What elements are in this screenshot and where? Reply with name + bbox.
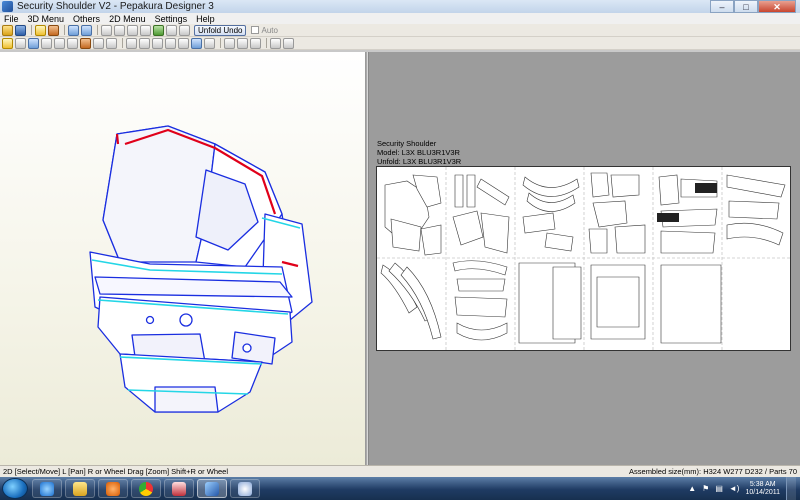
paper-sheet[interactable] [376,166,791,351]
media-player-icon [106,481,120,496]
edge-icon[interactable] [140,24,151,36]
maximize-button[interactable]: □ [734,0,758,13]
sheet-unfold-line: Unfold: L3X BLU3R1V3R [377,157,462,166]
secondary-toolbar [0,37,800,50]
rotate-icon[interactable] [15,37,26,49]
pencil-icon[interactable] [101,24,112,36]
align-right-icon[interactable] [250,37,261,49]
start-button[interactable] [2,478,28,499]
sheet-header: Security Shoulder Model: L3X BLU3R1V3R U… [377,139,461,166]
menu-help[interactable]: Help [196,14,215,24]
toolbar-divider [122,38,123,48]
shoulder-armor-model [89,125,313,413]
sheet-title: Security Shoulder [377,139,437,148]
redo-icon[interactable] [81,24,92,36]
volume-icon[interactable]: ◄) [729,484,740,493]
zoom-out-icon[interactable] [283,37,294,49]
split-icon[interactable] [54,37,65,49]
box-icon[interactable] [80,37,91,49]
menu-others[interactable]: Others [73,14,100,24]
unfold-icon[interactable] [35,24,46,36]
taskbar-file-explorer[interactable] [65,479,95,498]
assembled-size-text: Assembled size(mm): H324 W277 D232 / Par… [629,467,797,476]
align-center-icon[interactable] [237,37,248,49]
internet-explorer-icon [40,481,54,496]
chrome-icon [139,481,153,496]
text-icon[interactable] [204,37,215,49]
taskbar-pepakura[interactable] [197,479,227,498]
save-icon[interactable] [15,24,26,36]
menu-3d[interactable]: 3D Menu [28,14,65,24]
fold-icon[interactable] [106,37,117,49]
toolbar-divider [64,25,65,35]
green-flag-icon[interactable] [153,24,164,36]
clock[interactable]: 5:38 AM 10/14/2011 [745,481,780,497]
network-icon[interactable]: ▤ [715,484,723,493]
paint-icon [238,481,252,496]
folder-icon [73,481,87,496]
zoom-parts-icon[interactable] [126,37,137,49]
tray-arrow-icon[interactable]: ▲ [688,484,696,493]
auto-checkbox-group[interactable]: Auto [251,25,278,35]
align-icon[interactable] [139,37,150,49]
action-center-flag-icon[interactable]: ⚑ [702,484,709,493]
show-desktop-button[interactable] [786,477,796,500]
pepakura-icon [205,481,219,496]
taskbar-game-app[interactable] [164,479,194,498]
toolbar-divider [31,25,32,35]
open-folder-icon[interactable] [2,24,13,36]
model-3d-view[interactable] [0,52,366,465]
title-bar: Security Shoulder V2 - Pepakura Designer… [0,0,800,13]
sheet-model-line: Model: L3X BLU3R1V3R [377,148,460,157]
pepakura-app-icon[interactable] [2,1,13,12]
close-button[interactable]: ✕ [758,0,796,13]
minimize-button[interactable]: – [710,0,734,13]
window-title: Security Shoulder V2 - Pepakura Designer… [17,1,214,12]
menu-settings[interactable]: Settings [155,14,188,24]
toolbar-divider [220,38,221,48]
grid-icon[interactable] [28,37,39,49]
taskbar-chrome[interactable] [131,479,161,498]
texture-icon[interactable] [114,24,125,36]
join-icon[interactable] [67,37,78,49]
zoom-in-icon[interactable] [270,37,281,49]
window-controls: – □ ✕ [710,0,796,13]
arrange-icon[interactable] [165,37,176,49]
main-toolbar: Unfold Undo Auto [0,24,800,37]
auto-checkbox[interactable] [251,26,260,34]
toolbar-divider [97,25,98,35]
auto-label: Auto [261,25,278,35]
clock-date: 10/14/2011 [745,488,780,496]
toolbar-divider [266,38,267,48]
taskbar-internet-explorer[interactable] [32,479,62,498]
select-tool-icon[interactable] [2,37,13,49]
pattern-2d-view[interactable]: Security Shoulder Model: L3X BLU3R1V3R U… [369,52,800,465]
page-icon[interactable] [191,37,202,49]
status-help-text: 2D [Select/Move] L [Pan] R or Wheel Drag… [3,467,229,476]
join-edges-icon[interactable] [178,37,189,49]
align-left-icon[interactable] [224,37,235,49]
taskbar-paint[interactable] [230,479,260,498]
sheet-icon[interactable] [41,37,52,49]
menu-2d[interactable]: 2D Menu [109,14,146,24]
unfolded-parts-layout [377,167,790,350]
status-bar: 2D [Select/Move] L [Pan] R or Wheel Drag… [0,465,800,477]
distribute-icon[interactable] [152,37,163,49]
unfold-undo-button[interactable]: Unfold Undo [194,24,247,36]
flip-icon[interactable] [93,37,104,49]
menu-file[interactable]: File [4,14,19,24]
system-tray: ▲ ⚑ ▤ ◄) 5:38 AM 10/14/2011 [688,477,800,500]
undo-icon[interactable] [68,24,79,36]
windows-taskbar: ▲ ⚑ ▤ ◄) 5:38 AM 10/14/2011 [0,477,800,500]
menu-bar: File 3D Menu Others 2D Menu Settings Hel… [0,13,800,24]
layout-icon[interactable] [179,24,190,36]
window-icon[interactable] [166,24,177,36]
clock-time: 5:38 AM [749,480,776,488]
anchor-icon[interactable] [127,24,138,36]
taskbar-media-player[interactable] [98,479,128,498]
game-app-icon [172,481,186,496]
cube-icon[interactable] [48,24,59,36]
